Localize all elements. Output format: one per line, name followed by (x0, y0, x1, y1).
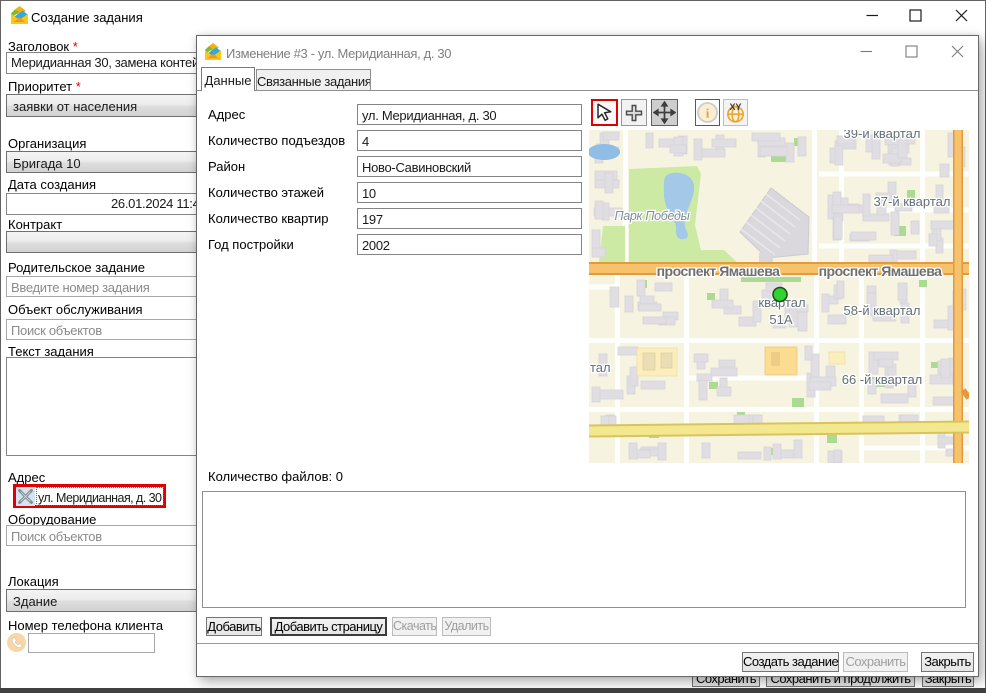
svg-text:66 -й квартал: 66 -й квартал (842, 372, 923, 387)
svg-text:37-й квартал: 37-й квартал (874, 194, 951, 209)
svg-text:Парк Победы: Парк Победы (615, 209, 690, 223)
svg-text:i: i (706, 106, 710, 121)
svg-text:39-й квартал: 39-й квартал (844, 130, 921, 141)
svg-text:51А: 51А (769, 312, 792, 327)
svg-text:проспект Ямашева: проспект Ямашева (819, 263, 943, 279)
svg-text:проспект Ямашева: проспект Ямашева (657, 263, 781, 279)
svg-text:XY: XY (729, 102, 741, 112)
svg-text:58-й квартал: 58-й квартал (844, 303, 921, 318)
svg-text:тал: тал (590, 360, 611, 375)
